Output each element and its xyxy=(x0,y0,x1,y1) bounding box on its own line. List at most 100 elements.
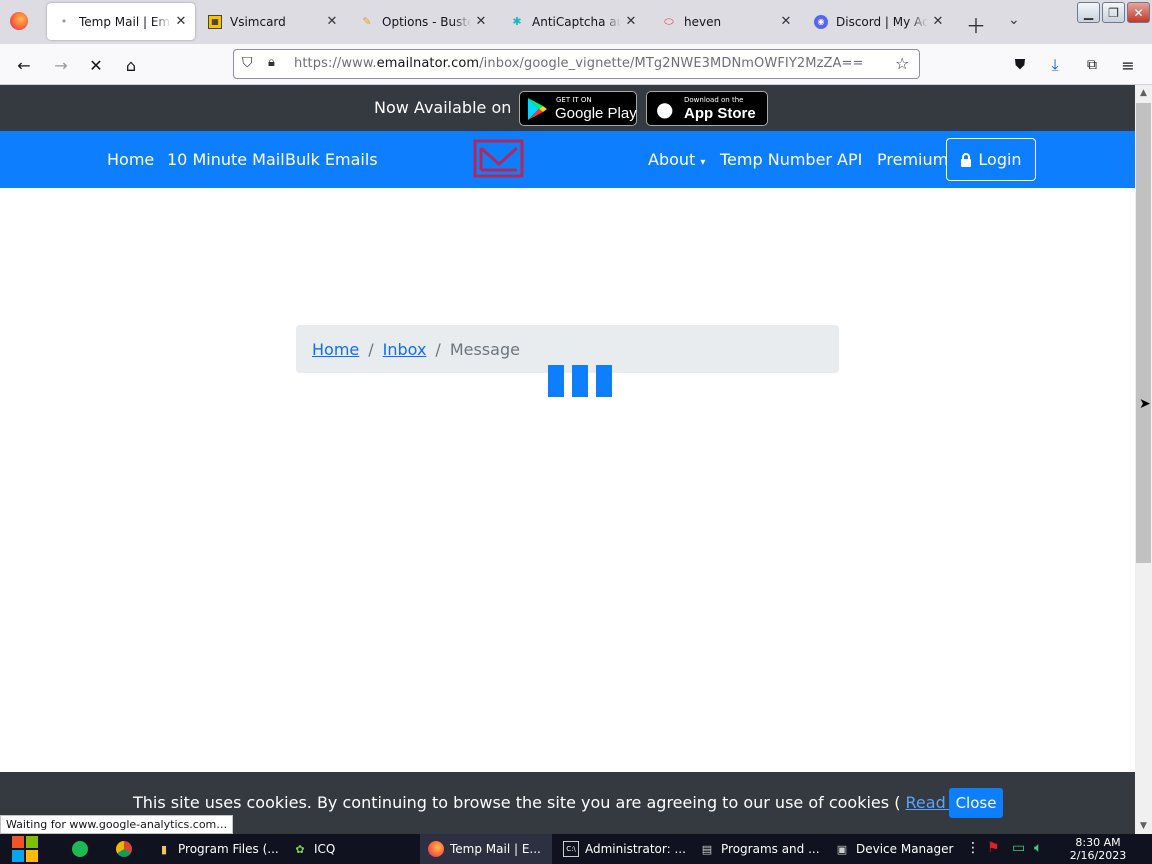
login-button[interactable]: Login xyxy=(946,138,1036,181)
folder-icon: ▮ xyxy=(160,842,168,856)
restore-window-icon[interactable]: ❐ xyxy=(1102,2,1125,23)
nav-bulk-emails[interactable]: Bulk Emails xyxy=(285,150,378,169)
cookie-text: This site uses cookies. By continuing to… xyxy=(133,793,999,812)
stop-loading-icon[interactable]: ✕ xyxy=(83,52,109,78)
volume-icon[interactable]: 🔈︎ xyxy=(1034,840,1042,856)
breadcrumb: Home / Inbox / Message xyxy=(296,325,839,373)
tab-anticaptcha[interactable]: ✱ AntiCaptcha autom ✕ xyxy=(500,3,645,40)
tab-discord[interactable]: ◉ Discord | My Acco ✕ xyxy=(804,3,952,40)
spotify-icon[interactable] xyxy=(72,841,88,857)
back-icon[interactable]: ← xyxy=(11,52,37,78)
taskbar-item-program-files[interactable]: ▮ Program Files (... xyxy=(148,834,280,864)
mouse-cursor-icon: ➤ xyxy=(1139,396,1151,412)
bookmark-star-icon[interactable]: ☆ xyxy=(895,54,909,73)
nav-about-dropdown[interactable]: About ▾ xyxy=(648,150,705,169)
discord-icon: ◉ xyxy=(814,14,828,29)
close-window-icon[interactable]: ✕ xyxy=(1127,2,1150,23)
breadcrumb-separator: / xyxy=(368,339,374,359)
tab-buster-options[interactable]: ✎ Options - Buster ✕ xyxy=(350,3,495,40)
sim-card-icon: ▦ xyxy=(208,14,222,29)
heven-icon: ⬭ xyxy=(664,14,674,28)
windows-start-icon[interactable] xyxy=(8,834,44,864)
close-tab-icon[interactable]: ✕ xyxy=(322,14,342,29)
downloads-icon[interactable]: ⤓ xyxy=(1042,52,1068,78)
taskbar-item-device-manager[interactable]: ▣ Device Manager xyxy=(826,834,958,864)
minimize-window-icon[interactable]: ▁ xyxy=(1077,2,1100,23)
extensions-icon[interactable]: ⧉ xyxy=(1079,52,1105,78)
taskbar-item-icq[interactable]: ✿ ICQ xyxy=(284,834,416,864)
close-tab-icon[interactable]: ✕ xyxy=(471,14,491,29)
chrome-icon[interactable] xyxy=(116,841,132,857)
buster-icon: ✎ xyxy=(362,15,372,28)
tab-label: heven xyxy=(684,14,722,29)
icq-icon: ✿ xyxy=(295,842,305,856)
apple-icon: ● xyxy=(656,97,674,121)
new-tab-icon[interactable]: ＋ xyxy=(966,10,986,39)
firefox-icon xyxy=(428,841,444,857)
firefox-logo-icon[interactable] xyxy=(10,12,28,30)
tab-label: Temp Mail | Email xyxy=(79,14,171,29)
nav-10-minute-mail[interactable]: 10 Minute Mail xyxy=(167,150,285,169)
taskbar-item-cmd[interactable]: C:\ Administrator: ... xyxy=(555,834,687,864)
nav-api[interactable]: API xyxy=(837,150,862,169)
action-center-flag-icon[interactable]: ⚑ xyxy=(987,840,1000,856)
list-all-tabs-icon[interactable]: ⌄ xyxy=(1008,12,1020,28)
tab-vsimcard[interactable]: ▦ Vsimcard ✕ xyxy=(198,3,346,40)
app-store-small-text: Download on the xyxy=(684,96,744,104)
nav-home[interactable]: Home xyxy=(107,150,154,169)
scroll-up-icon[interactable]: ▲ xyxy=(1135,85,1152,101)
pocket-icon[interactable]: ⛊ xyxy=(1007,52,1033,78)
loading-bar xyxy=(572,365,588,397)
app-promo-bar: Now Available on GET IT ON Google Play ●… xyxy=(0,85,1135,131)
scroll-thumb[interactable] xyxy=(1136,103,1151,563)
clock-time: 8:30 AM xyxy=(1075,836,1121,849)
url-text[interactable]: https://www.emailnator.com/inbox/google_… xyxy=(294,56,864,71)
google-play-small-text: GET IT ON xyxy=(556,96,592,104)
lock-icon[interactable]: 🔒︎ xyxy=(268,55,275,70)
loading-bar xyxy=(596,365,612,397)
nav-about-label: About xyxy=(648,150,696,169)
emailnator-logo-icon[interactable] xyxy=(473,138,525,180)
tab-temp-mail[interactable]: • Temp Mail | Email ✕ xyxy=(47,3,195,40)
app-store-badge[interactable]: ● Download on the App Store xyxy=(646,91,768,126)
windows-taskbar: ▮ Program Files (... ✿ ICQ Temp Mail | E… xyxy=(0,834,1152,864)
programs-icon: ▤ xyxy=(701,842,713,856)
breadcrumb-inbox[interactable]: Inbox xyxy=(383,340,427,359)
lock-icon xyxy=(961,152,972,167)
breadcrumb-current: Message xyxy=(449,339,520,359)
app-store-big-text: App Store xyxy=(684,105,756,122)
forward-icon[interactable]: → xyxy=(48,52,74,78)
close-tab-icon[interactable]: ✕ xyxy=(776,14,796,29)
scroll-down-icon[interactable]: ▼ xyxy=(1135,818,1152,834)
close-tab-icon[interactable]: ✕ xyxy=(621,14,641,29)
overflow-icon[interactable]: ⋮ xyxy=(966,840,980,856)
cookie-close-button[interactable]: Close xyxy=(949,788,1003,818)
taskbar-item-programs[interactable]: ▤ Programs and ... xyxy=(691,834,823,864)
nav-premium[interactable]: Premium xyxy=(877,150,948,169)
nav-temp-number[interactable]: Temp Number xyxy=(720,150,832,169)
taskbar-item-firefox[interactable]: Temp Mail | E... xyxy=(420,834,552,864)
url-bar[interactable]: ⛉ 🔒︎ https://www.emailnator.com/inbox/go… xyxy=(233,49,920,79)
tab-heven[interactable]: ⬭ heven ✕ xyxy=(652,3,800,40)
menu-icon[interactable]: ≡ xyxy=(1115,52,1141,78)
close-tab-icon[interactable]: ✕ xyxy=(171,14,191,29)
loading-bar xyxy=(548,365,564,397)
network-icon[interactable]: ▭ xyxy=(1012,840,1025,856)
device-manager-icon: ▣ xyxy=(836,842,848,856)
google-play-badge[interactable]: GET IT ON Google Play xyxy=(519,91,637,126)
browser-toolbar: ← → ✕ ⌂ ⛉ 🔒︎ https://www.emailnator.com/… xyxy=(0,44,1152,85)
breadcrumb-home[interactable]: Home xyxy=(312,340,359,359)
vertical-scrollbar[interactable]: ▲ ▼ xyxy=(1135,85,1152,834)
tracking-protection-icon[interactable]: ⛉ xyxy=(242,55,253,71)
caret-down-icon: ▾ xyxy=(700,157,706,168)
home-icon[interactable]: ⌂ xyxy=(118,52,144,78)
command-prompt-icon: C:\ xyxy=(563,841,579,857)
web-page: Now Available on GET IT ON Google Play ●… xyxy=(0,85,1135,772)
google-play-icon xyxy=(528,98,547,120)
status-panel: Waiting for www.google-analytics.com… xyxy=(0,815,234,834)
browser-tab-strip: • Temp Mail | Email ✕ ▦ Vsimcard ✕ ✎ Opt… xyxy=(0,0,1152,44)
tab-label: Options - Buster xyxy=(382,14,471,29)
close-tab-icon[interactable]: ✕ xyxy=(928,14,948,29)
system-clock[interactable]: 8:30 AM 2/16/2023 xyxy=(1062,836,1134,862)
login-label: Login xyxy=(978,150,1022,169)
